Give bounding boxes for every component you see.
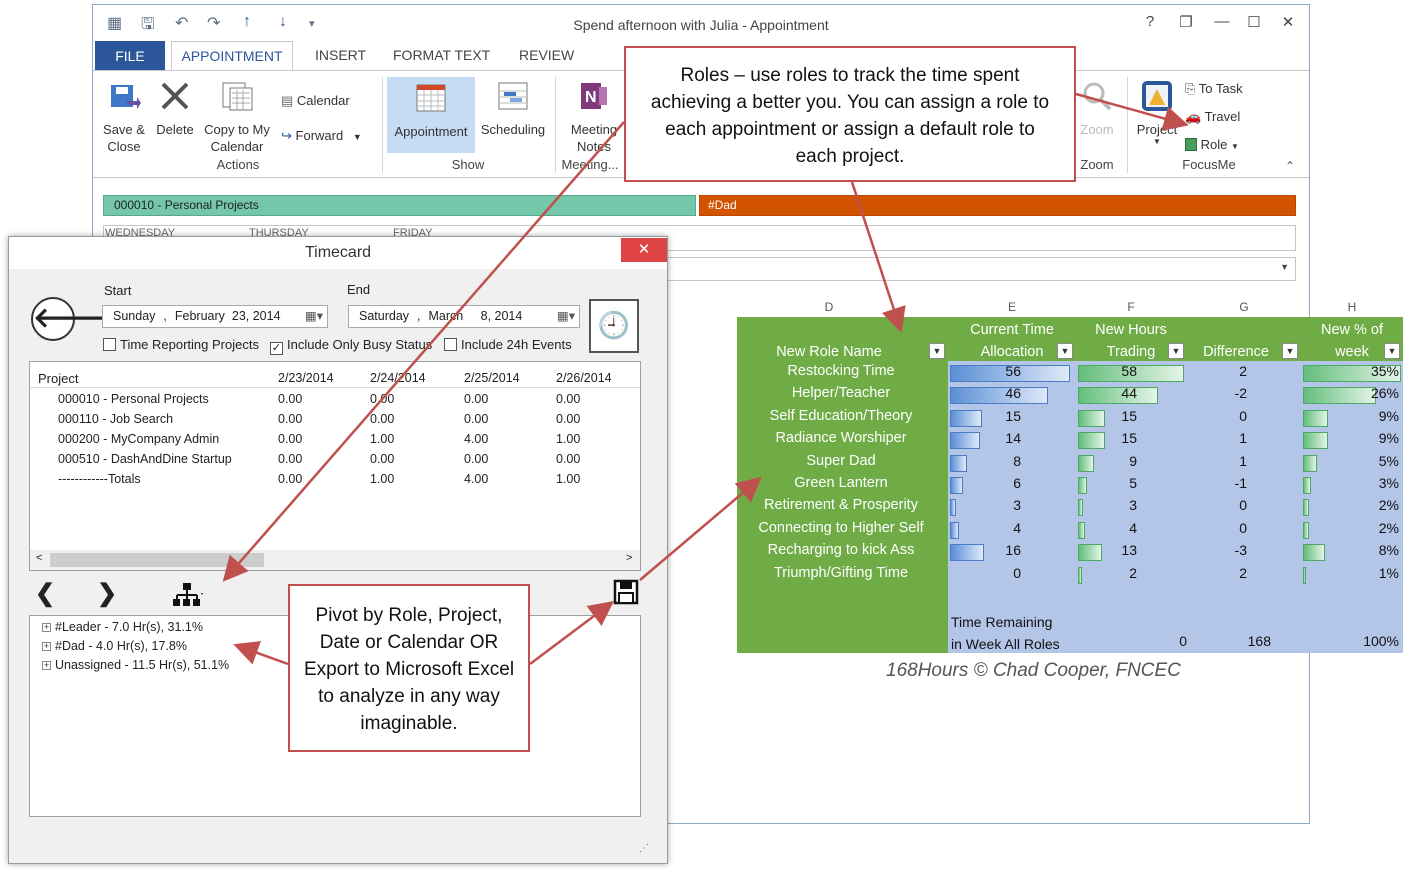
arrow-to-tree	[233, 641, 289, 666]
arrow-to-role-table	[850, 181, 906, 333]
arrow-to-role-button	[1075, 92, 1189, 131]
roles-callout: Roles – use roles to track the time spen…	[624, 46, 1076, 182]
arrow-to-pivot-button	[222, 121, 625, 582]
pivot-callout: Pivot by Role, Project, Date or Calendar…	[288, 584, 530, 752]
arrow-to-save	[529, 601, 614, 665]
arrow-to-excel	[639, 476, 762, 581]
